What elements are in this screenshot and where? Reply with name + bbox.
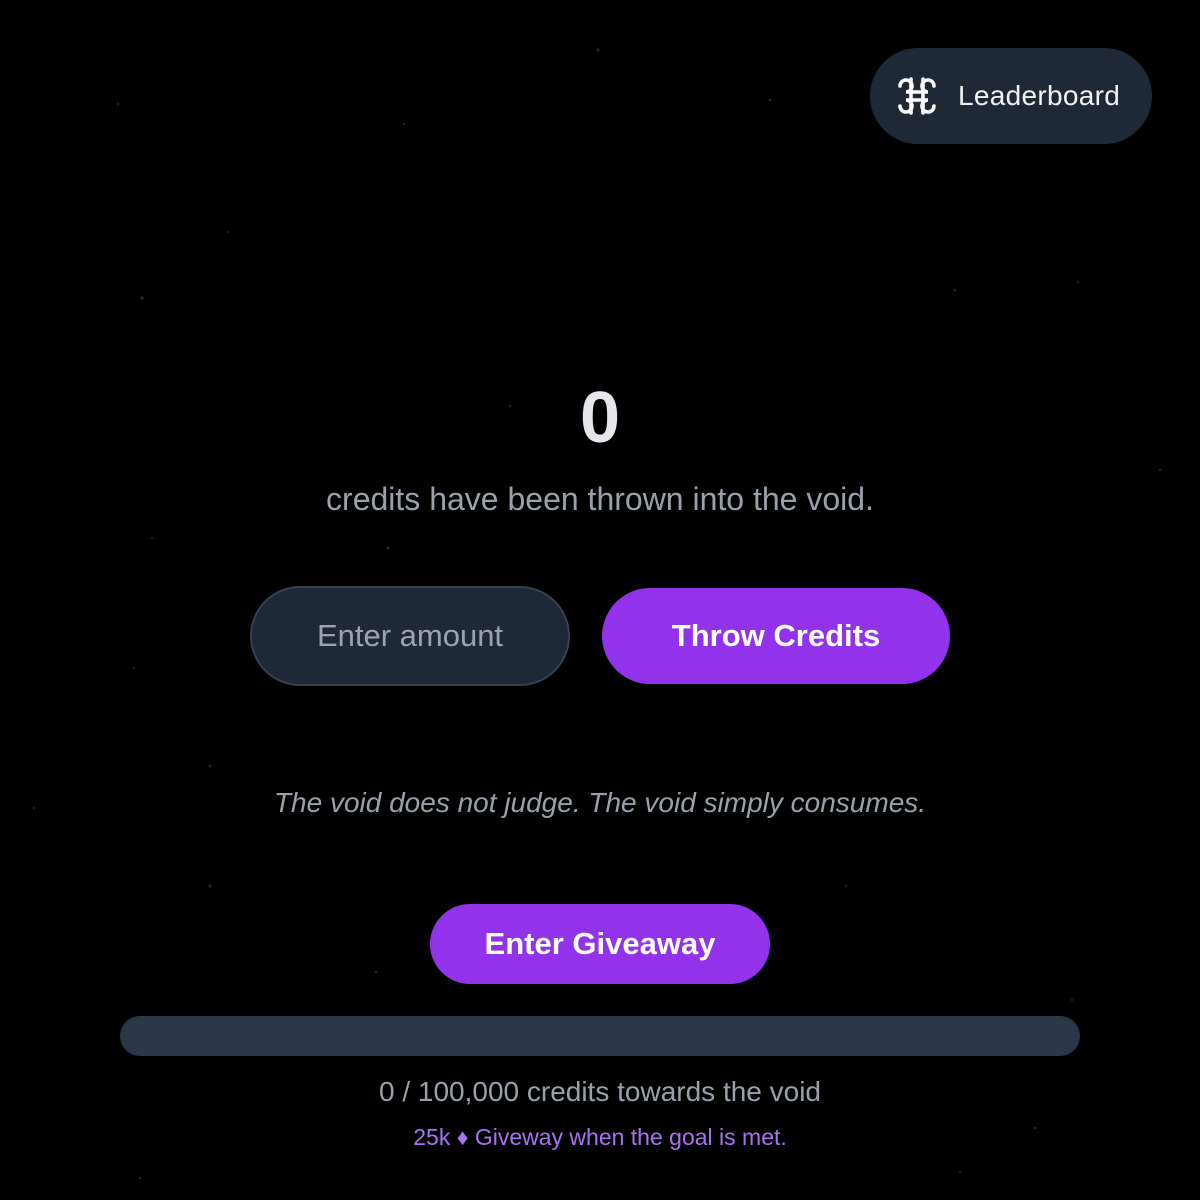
void-page: Leaderboard 0 credits have been thrown i… <box>0 0 1200 1200</box>
leaderboard-label: Leaderboard <box>958 80 1121 111</box>
giveaway-note: 25k ♦ Giveway when the goal is met. <box>413 1124 787 1150</box>
void-quote: The void does not judge. The void simply… <box>273 787 927 818</box>
progress-text: 0 / 100,000 credits towards the void <box>378 1076 822 1107</box>
amount-input[interactable] <box>250 586 570 686</box>
enter-giveaway-button[interactable]: Enter Giveaway <box>430 904 770 984</box>
command-icon <box>896 75 938 117</box>
counter-subtitle: credits have been thrown into the void. <box>326 481 874 517</box>
throw-credits-button[interactable]: Throw Credits <box>602 588 950 684</box>
leaderboard-button[interactable]: Leaderboard <box>870 48 1152 144</box>
credits-counter: 0 <box>579 378 621 458</box>
progress-bar <box>120 1016 1080 1056</box>
